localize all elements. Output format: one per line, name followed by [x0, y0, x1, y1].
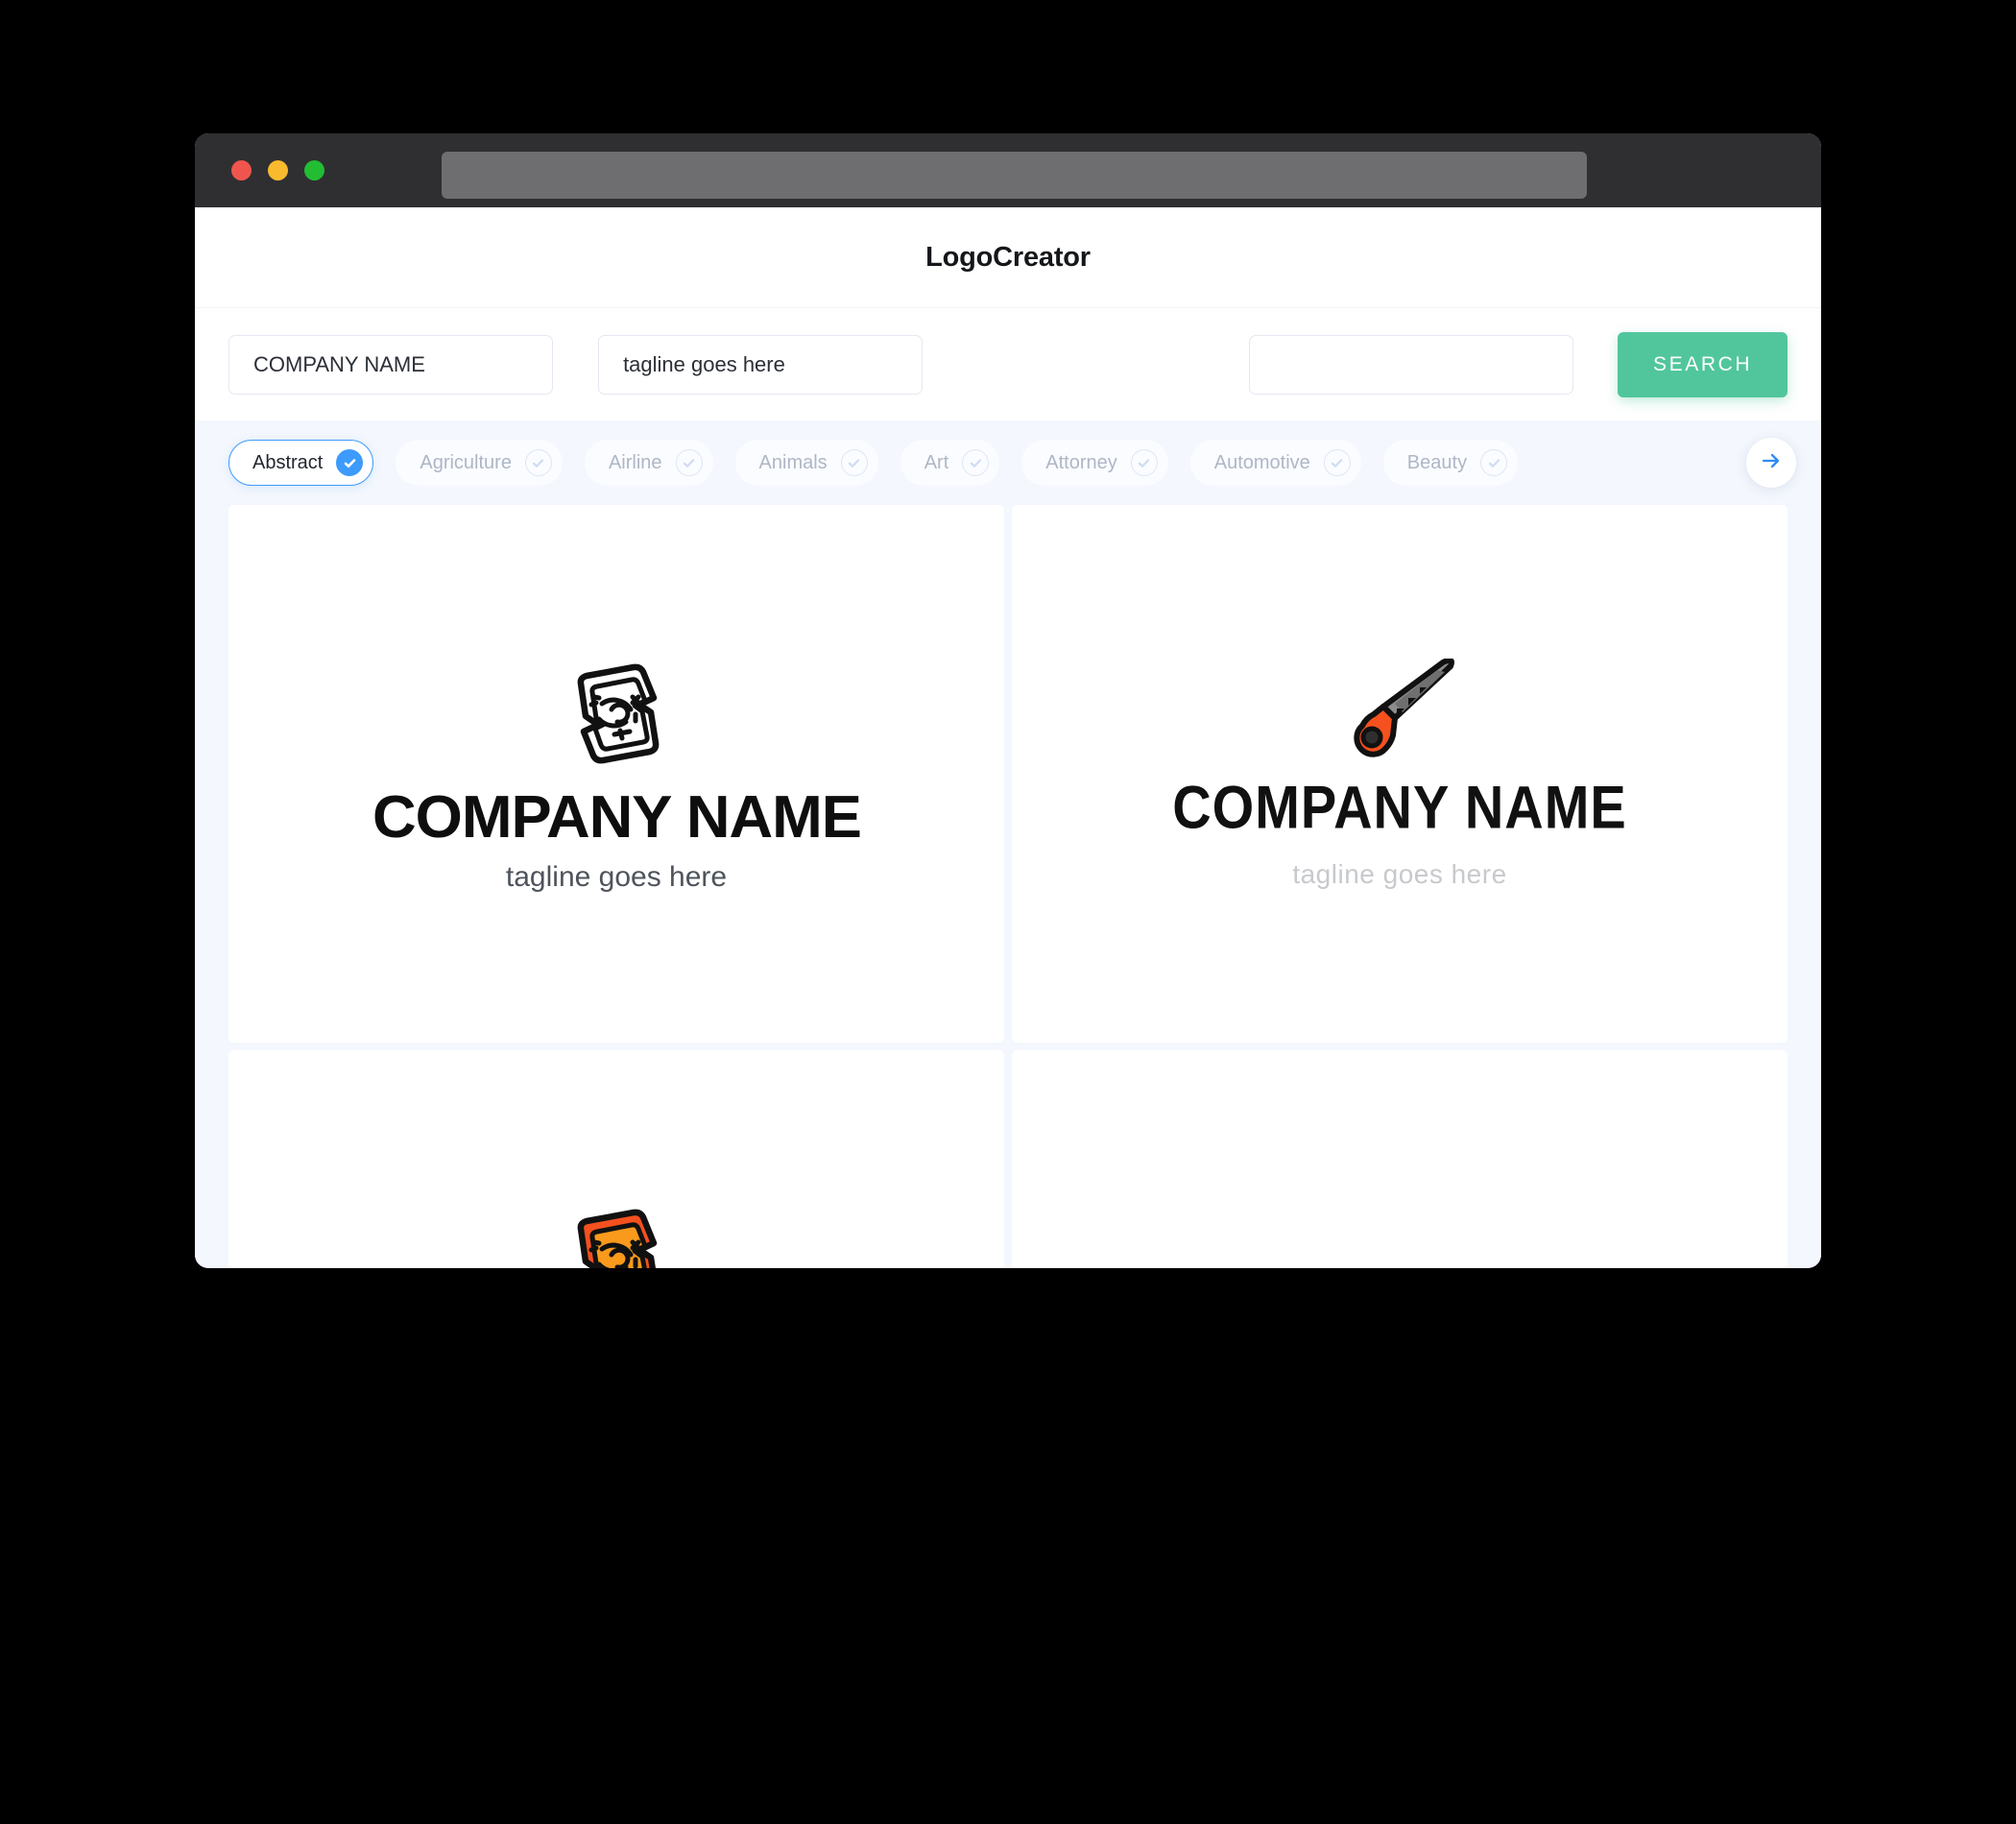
check-icon [1130, 449, 1158, 476]
chip-label: Art [924, 451, 949, 473]
chip-label: Automotive [1213, 451, 1310, 473]
chip-label: Airline [608, 451, 662, 473]
categories-next-button[interactable] [1746, 438, 1796, 488]
logo-tagline: tagline goes here [1292, 858, 1507, 889]
check-icon [336, 449, 364, 476]
logo-card[interactable]: COMPANY NAME tagline goes here [1012, 505, 1788, 1043]
abstract-cracked-card-solid-icon [1122, 1262, 1236, 1268]
check-icon [524, 449, 552, 476]
category-chip-beauty[interactable]: Beauty [1382, 440, 1519, 486]
maximize-icon[interactable] [304, 160, 324, 180]
chip-label: Beauty [1406, 451, 1468, 473]
url-bar[interactable] [442, 152, 1587, 199]
check-icon [1323, 449, 1351, 476]
browser-titlebar [195, 133, 1821, 207]
tagline-input[interactable]: tagline goes here [598, 334, 924, 395]
chip-label: Agriculture [420, 451, 512, 473]
logo-card[interactable]: COMPANY NAME tagline goes here [228, 505, 1004, 1043]
app-brand-title: LogoCreator [925, 241, 1091, 273]
search-toolbar: COMPANY NAME tagline goes here SEARCH [195, 307, 1821, 420]
logo-company-name: COMPANY NAME [1172, 772, 1627, 841]
logo-preview: COMPANY NAME tagline goes here [1122, 1262, 1677, 1268]
logo-results-grid: COMPANY NAME tagline goes here COMPANY N… [195, 505, 1821, 1268]
category-chip-animals[interactable]: Animals [734, 440, 878, 486]
browser-window: LogoCreator COMPANY NAME tagline goes he… [195, 133, 1821, 1268]
category-chip-automotive[interactable]: Automotive [1189, 440, 1361, 486]
keyword-input[interactable] [1249, 334, 1574, 395]
category-chip-art[interactable]: Art [900, 440, 1000, 486]
category-chip-attorney[interactable]: Attorney [1021, 440, 1168, 486]
search-button[interactable]: SEARCH [1618, 331, 1788, 397]
check-icon [962, 449, 990, 476]
check-icon [840, 449, 868, 476]
chip-label: Abstract [252, 451, 324, 473]
logo-preview: COMPANY NAME tagline goes here [377, 1200, 856, 1268]
app-header: LogoCreator [195, 207, 1821, 307]
abstract-cracked-card-outline-icon [577, 663, 660, 763]
logo-tagline: tagline goes here [505, 860, 728, 893]
window-controls [231, 160, 324, 180]
logo-text-block: COMPANY NAME tagline goes here [1270, 1265, 1677, 1268]
category-chip-airline[interactable]: Airline [584, 440, 713, 486]
check-icon [1480, 449, 1508, 476]
arrow-right-icon [1760, 449, 1783, 477]
logo-card[interactable]: COMPANY NAME tagline goes here [228, 1050, 1004, 1268]
chip-label: Animals [758, 451, 828, 473]
abstract-cracked-card-orange-icon [577, 1209, 658, 1268]
minimize-icon[interactable] [268, 160, 288, 180]
close-icon[interactable] [231, 160, 252, 180]
category-chip-abstract[interactable]: Abstract [228, 440, 374, 486]
logo-card[interactable]: COMPANY NAME tagline goes here [1012, 1050, 1788, 1268]
logo-preview: COMPANY NAME tagline goes here [1172, 658, 1627, 890]
screenshot-stage: LogoCreator COMPANY NAME tagline goes he… [0, 0, 2016, 1824]
logo-preview: COMPANY NAME tagline goes here [372, 655, 861, 894]
company-name-input[interactable]: COMPANY NAME [228, 334, 554, 395]
category-chip-agriculture[interactable]: Agriculture [396, 440, 563, 486]
chip-label: Attorney [1045, 451, 1117, 473]
category-filter-bar: Abstract Agriculture Airline Animals Art… [195, 420, 1821, 505]
knife-blade-icon [1354, 658, 1454, 757]
logo-company-name: COMPANY NAME [372, 783, 862, 851]
logo-company-name: COMPANY NAME [1270, 1265, 1677, 1268]
check-icon [675, 449, 703, 476]
